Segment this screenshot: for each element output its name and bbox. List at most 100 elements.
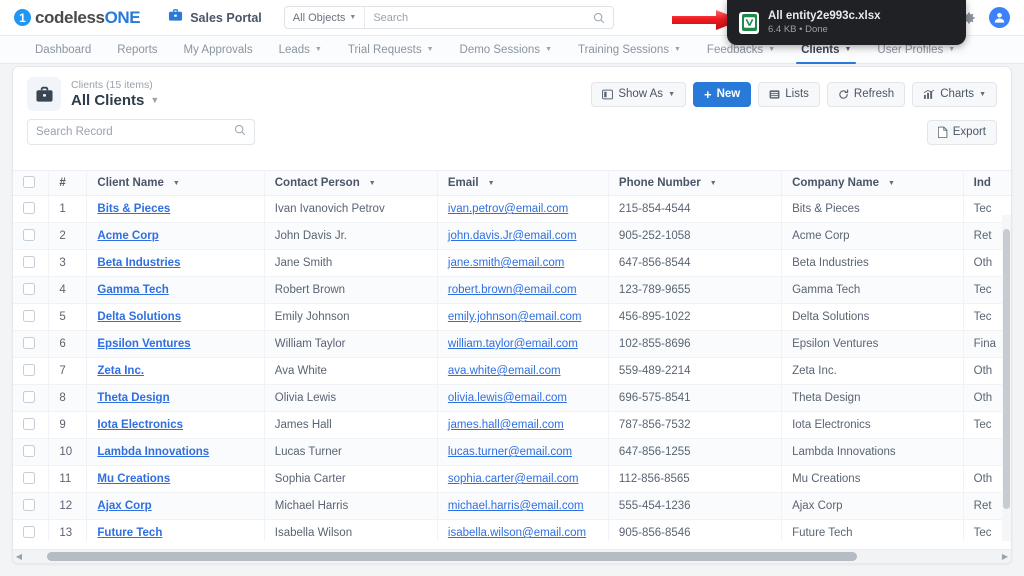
lists-button[interactable]: Lists <box>758 81 820 107</box>
client-name-link[interactable]: Acme Corp <box>97 230 158 242</box>
app-logo[interactable]: 1 codelessONE <box>14 8 141 28</box>
email-link[interactable]: robert.brown@email.com <box>448 284 577 296</box>
row-checkbox-cell[interactable] <box>13 465 49 493</box>
row-checkbox[interactable] <box>23 471 35 484</box>
email-link[interactable]: sophia.carter@email.com <box>448 473 579 485</box>
avatar[interactable] <box>989 7 1010 28</box>
th-industry[interactable]: Ind <box>962 170 1011 196</box>
th-contact-person[interactable]: Contact Person ▼ <box>263 170 438 196</box>
cell-client-name[interactable]: Mu Creations <box>86 465 265 493</box>
sort-caret-icon[interactable]: ▼ <box>173 180 180 187</box>
horizontal-scrollbar-track[interactable] <box>25 552 999 561</box>
cell-client-name[interactable]: Gamma Tech <box>86 276 265 304</box>
row-checkbox-cell[interactable] <box>13 519 49 541</box>
row-checkbox[interactable] <box>23 282 35 295</box>
row-checkbox-cell[interactable] <box>13 276 49 304</box>
email-link[interactable]: jane.smith@email.com <box>448 257 565 269</box>
cell-client-name[interactable]: Beta Industries <box>86 249 265 277</box>
show-as-button[interactable]: Show As ▼ <box>591 81 686 107</box>
nav-item-trial-requests[interactable]: Trial Requests ▼ <box>335 36 447 63</box>
table-row[interactable]: 6 Epsilon Ventures William Taylor willia… <box>13 330 1011 358</box>
row-checkbox-cell[interactable] <box>13 357 49 385</box>
row-checkbox[interactable] <box>23 444 35 457</box>
table-row[interactable]: 11 Mu Creations Sophia Carter sophia.car… <box>13 465 1011 493</box>
cell-client-name[interactable]: Epsilon Ventures <box>86 330 265 358</box>
search-icon[interactable] <box>234 123 246 141</box>
portal-switcher[interactable]: Sales Portal <box>168 8 262 27</box>
select-all-checkbox[interactable] <box>23 175 35 188</box>
row-checkbox-cell[interactable] <box>13 249 49 277</box>
row-checkbox-cell[interactable] <box>13 411 49 439</box>
table-row[interactable]: 13 Future Tech Isabella Wilson isabella.… <box>13 519 1011 541</box>
scroll-left-icon[interactable]: ◀ <box>13 552 25 561</box>
row-checkbox[interactable] <box>23 525 35 538</box>
horizontal-scrollbar[interactable]: ◀ ▶ <box>13 549 1011 563</box>
nav-item-demo-sessions[interactable]: Demo Sessions ▼ <box>447 36 565 63</box>
th-company-name[interactable]: Company Name ▼ <box>781 170 964 196</box>
email-link[interactable]: olivia.lewis@email.com <box>448 392 567 404</box>
cell-email[interactable]: ava.white@email.com <box>436 357 609 385</box>
row-checkbox[interactable] <box>23 363 35 376</box>
table-row[interactable]: 4 Gamma Tech Robert Brown robert.brown@e… <box>13 276 1011 304</box>
horizontal-scrollbar-thumb[interactable] <box>47 552 857 561</box>
row-checkbox-cell[interactable] <box>13 330 49 358</box>
refresh-button[interactable]: Refresh <box>826 81 906 107</box>
row-checkbox-cell[interactable] <box>13 222 49 250</box>
cell-client-name[interactable]: Future Tech <box>86 519 265 541</box>
search-record-input[interactable]: Search Record <box>27 119 255 145</box>
client-name-link[interactable]: Ajax Corp <box>97 500 151 512</box>
row-checkbox[interactable] <box>23 201 35 214</box>
email-link[interactable]: ava.white@email.com <box>448 365 561 377</box>
row-checkbox[interactable] <box>23 309 35 322</box>
cell-client-name[interactable]: Lambda Innovations <box>86 438 265 466</box>
row-checkbox[interactable] <box>23 255 35 268</box>
client-name-link[interactable]: Gamma Tech <box>97 284 168 296</box>
scroll-right-icon[interactable]: ▶ <box>999 552 1011 561</box>
sort-caret-icon[interactable]: ▼ <box>710 180 717 187</box>
sort-caret-icon[interactable]: ▼ <box>369 180 376 187</box>
table-row[interactable]: 10 Lambda Innovations Lucas Turner lucas… <box>13 438 1011 466</box>
nav-item-training-sessions[interactable]: Training Sessions ▼ <box>565 36 694 63</box>
email-link[interactable]: ivan.petrov@email.com <box>448 203 568 215</box>
export-button[interactable]: Export <box>926 119 997 145</box>
client-name-link[interactable]: Delta Solutions <box>97 311 181 323</box>
th-client-name[interactable]: Client Name ▼ <box>86 170 265 196</box>
table-row[interactable]: 1 Bits & Pieces Ivan Ivanovich Petrov iv… <box>13 195 1011 223</box>
email-link[interactable]: william.taylor@email.com <box>448 338 578 350</box>
cell-email[interactable]: isabella.wilson@email.com <box>436 519 609 541</box>
row-checkbox-cell[interactable] <box>13 438 49 466</box>
client-name-link[interactable]: Lambda Innovations <box>97 446 209 458</box>
cell-client-name[interactable]: Bits & Pieces <box>86 195 265 223</box>
client-name-link[interactable]: Epsilon Ventures <box>97 338 190 350</box>
table-row[interactable]: 8 Theta Design Olivia Lewis olivia.lewis… <box>13 384 1011 412</box>
table-row[interactable]: 5 Delta Solutions Emily Johnson emily.jo… <box>13 303 1011 331</box>
cell-email[interactable]: john.davis.Jr@email.com <box>436 222 609 250</box>
client-name-link[interactable]: Iota Electronics <box>97 419 183 431</box>
email-link[interactable]: john.davis.Jr@email.com <box>448 230 577 242</box>
row-checkbox[interactable] <box>23 498 35 511</box>
row-checkbox[interactable] <box>23 336 35 349</box>
client-name-link[interactable]: Theta Design <box>97 392 169 404</box>
list-title[interactable]: All Clients ▼ <box>71 92 159 109</box>
download-notification-popup[interactable]: All entity2e993c.xlsx 6.4 KB • Done <box>727 0 966 45</box>
table-row[interactable]: 2 Acme Corp John Davis Jr. john.davis.Jr… <box>13 222 1011 250</box>
cell-client-name[interactable]: Zeta Inc. <box>86 357 265 385</box>
table-row[interactable]: 9 Iota Electronics James Hall james.hall… <box>13 411 1011 439</box>
row-checkbox-cell[interactable] <box>13 492 49 520</box>
global-search-input[interactable]: Search <box>365 12 592 24</box>
th-phone-number[interactable]: Phone Number ▼ <box>607 170 782 196</box>
client-name-link[interactable]: Beta Industries <box>97 257 180 269</box>
cell-client-name[interactable]: Ajax Corp <box>86 492 265 520</box>
cell-email[interactable]: sophia.carter@email.com <box>436 465 609 493</box>
vertical-scrollbar[interactable] <box>1002 215 1011 541</box>
client-name-link[interactable]: Future Tech <box>97 527 162 539</box>
nav-item-reports[interactable]: Reports <box>104 36 170 63</box>
table-row[interactable]: 12 Ajax Corp Michael Harris michael.harr… <box>13 492 1011 520</box>
nav-item-dashboard[interactable]: Dashboard <box>22 36 104 63</box>
search-icon[interactable] <box>593 12 613 24</box>
email-link[interactable]: emily.johnson@email.com <box>448 311 582 323</box>
cell-email[interactable]: emily.johnson@email.com <box>436 303 609 331</box>
sort-caret-icon[interactable]: ▼ <box>488 180 495 187</box>
row-checkbox[interactable] <box>23 390 35 403</box>
nav-item-leads[interactable]: Leads ▼ <box>266 36 335 63</box>
